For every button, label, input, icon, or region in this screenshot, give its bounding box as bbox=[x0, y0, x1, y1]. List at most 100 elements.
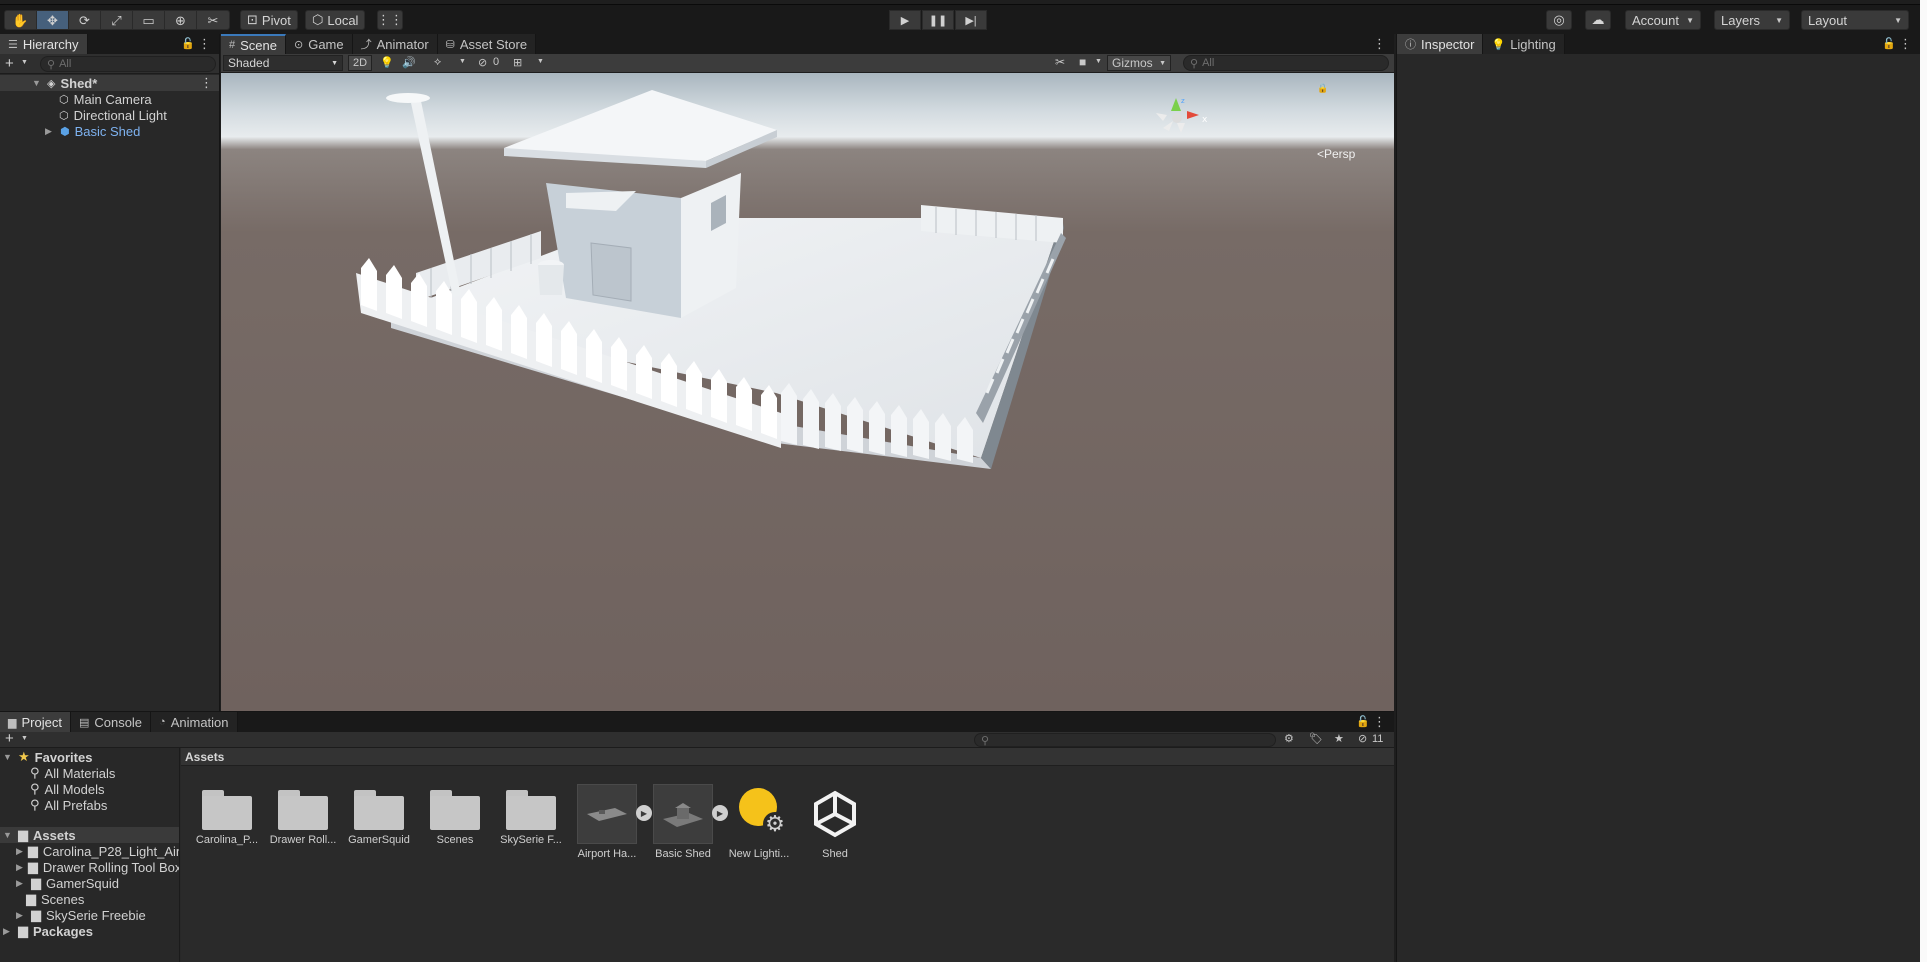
lock-icon[interactable]: 🔓 bbox=[181, 37, 195, 50]
add-icon[interactable]: + bbox=[5, 730, 14, 747]
favorite-item[interactable]: ⚲ All Materials bbox=[30, 765, 115, 781]
chevron-down-icon[interactable]: ▼ bbox=[1095, 58, 1102, 65]
shading-mode-dropdown[interactable]: Shaded ▼ bbox=[223, 55, 343, 71]
filter-type-icon[interactable]: ⚙ bbox=[1284, 732, 1294, 745]
grid-toggle-icon[interactable]: ⊞ bbox=[513, 56, 522, 69]
more-menu-icon[interactable]: ⋮ bbox=[198, 36, 211, 52]
effects-toggle-icon[interactable]: ⟡ bbox=[434, 56, 441, 69]
pivot-toggle[interactable]: ⊡ Pivot bbox=[240, 10, 298, 30]
asset-prefab-tile[interactable]: ▶ Airport Ha... bbox=[569, 784, 652, 860]
favorite-item[interactable]: ⚲ All Models bbox=[30, 781, 105, 797]
asset-folder-tile[interactable]: Scenes bbox=[417, 784, 493, 846]
play-button[interactable]: ▶ bbox=[889, 10, 921, 30]
tab-inspector[interactable]: ⓘ Inspector bbox=[1397, 34, 1484, 54]
scene-viewport[interactable]: x z 🔒 <Persp bbox=[221, 73, 1394, 711]
expand-arrow-icon[interactable]: ▶ bbox=[3, 926, 13, 937]
tab-game[interactable]: ⊙ Game bbox=[286, 34, 353, 54]
project-search-input[interactable]: ⚲ bbox=[974, 733, 1276, 747]
chevron-down-icon[interactable]: ▼ bbox=[21, 59, 28, 66]
transform-tool-icon[interactable]: ⊕ bbox=[165, 11, 197, 29]
filter-label-icon[interactable]: 🏷 bbox=[1309, 732, 1323, 745]
chevron-down-icon[interactable]: ▼ bbox=[459, 58, 466, 65]
local-toggle[interactable]: ⬡ Local bbox=[305, 10, 366, 30]
favorite-item[interactable]: ⚲ All Prefabs bbox=[30, 797, 107, 813]
hierarchy-item-basic-shed[interactable]: ▶ ⬢ Basic Shed bbox=[45, 123, 140, 139]
expand-arrow-icon[interactable]: ▶ bbox=[16, 910, 26, 921]
camera-icon[interactable]: ■ bbox=[1079, 55, 1086, 69]
2d-toggle-button[interactable]: 2D bbox=[348, 55, 372, 71]
asset-folder-item[interactable]: ▆ Scenes bbox=[26, 891, 84, 907]
lock-icon[interactable]: 🔓 bbox=[1356, 715, 1370, 728]
layers-dropdown[interactable]: Layers ▼ bbox=[1714, 10, 1790, 30]
asset-folder-item[interactable]: ▶ ▆ GamerSquid bbox=[16, 875, 119, 891]
move-tool-icon[interactable]: ✥ bbox=[37, 11, 69, 29]
breadcrumb-assets[interactable]: Assets bbox=[185, 750, 224, 764]
grid-snap-button[interactable]: ⋮⋮ bbox=[377, 10, 403, 30]
rect-tool-icon[interactable]: ▭ bbox=[133, 11, 165, 29]
assets-label: Assets bbox=[33, 827, 76, 843]
asset-scene-tile[interactable]: Shed bbox=[797, 784, 873, 860]
lighting-toggle-icon[interactable]: 💡 bbox=[380, 56, 394, 69]
layout-dropdown[interactable]: Layout ▼ bbox=[1801, 10, 1909, 30]
more-menu-icon[interactable]: ⋮ bbox=[1373, 36, 1386, 52]
tools-icon[interactable]: ✂ bbox=[1055, 55, 1065, 69]
hand-tool-icon[interactable]: ✋ bbox=[5, 11, 37, 29]
asset-lighting-tile[interactable]: ⚙ New Lighti... bbox=[721, 784, 797, 860]
scale-tool-icon[interactable]: ⤢ bbox=[101, 11, 133, 29]
chevron-down-icon[interactable]: ▼ bbox=[21, 735, 28, 742]
asset-folder-item[interactable]: ▶ ▆ Drawer Rolling Tool Box bbox=[16, 859, 179, 875]
expand-arrow-icon[interactable]: ▶ bbox=[16, 878, 26, 889]
expand-arrow-icon[interactable]: ▼ bbox=[3, 830, 13, 840]
tab-console[interactable]: ▤ Console bbox=[70, 712, 152, 732]
asset-folder-tile[interactable]: SkySerie F... bbox=[493, 784, 569, 846]
more-menu-icon[interactable]: ⋮ bbox=[1373, 714, 1386, 730]
scene-search-input[interactable]: ⚲ All bbox=[1183, 55, 1389, 71]
pause-button[interactable]: ❚❚ bbox=[922, 10, 954, 30]
tab-lighting[interactable]: 💡 Lighting bbox=[1483, 34, 1565, 54]
audio-toggle-icon[interactable]: 🔊 bbox=[402, 56, 416, 69]
more-menu-icon[interactable]: ⋮ bbox=[1899, 36, 1912, 52]
visibility-icon[interactable]: ⊘ bbox=[478, 56, 487, 69]
tab-project[interactable]: ▆ Project bbox=[0, 712, 71, 732]
asset-folder-tile[interactable]: Drawer Roll... bbox=[265, 784, 341, 846]
asset-folder-item[interactable]: ▶ ▆ SkySerie Freebie bbox=[16, 907, 146, 923]
hierarchy-search-input[interactable]: ⚲ All bbox=[40, 56, 216, 72]
persp-label[interactable]: <Persp bbox=[1317, 147, 1355, 161]
cloud-button[interactable]: ☁ bbox=[1585, 10, 1611, 30]
asset-folder-item[interactable]: ▶ ▆ Carolina_P28_Light_Airc bbox=[16, 843, 179, 859]
tab-scene[interactable]: # Scene bbox=[221, 34, 286, 54]
orientation-gizmo[interactable]: x z bbox=[1151, 93, 1211, 143]
rotate-tool-icon[interactable]: ⟳ bbox=[69, 11, 101, 29]
lock-icon[interactable]: 🔓 bbox=[1882, 37, 1896, 50]
asset-folder-tile[interactable]: Carolina_P... bbox=[189, 784, 265, 846]
custom-tool-icon[interactable]: ✂ bbox=[197, 11, 229, 29]
star-icon[interactable]: ★ bbox=[1334, 732, 1344, 745]
scene-root-row[interactable]: ▼ ◈ Shed* ⋮ bbox=[0, 75, 219, 91]
tab-animation[interactable]: ◔ Animation bbox=[151, 712, 238, 732]
chevron-down-icon[interactable]: ▼ bbox=[537, 58, 544, 65]
gizmos-dropdown[interactable]: Gizmos ▼ bbox=[1107, 55, 1171, 71]
hierarchy-item-directional-light[interactable]: ⬡ Directional Light bbox=[59, 107, 167, 123]
favorites-header[interactable]: ▼ ★ Favorites bbox=[3, 749, 92, 765]
tab-asset-store[interactable]: ⛁ Asset Store bbox=[437, 34, 537, 54]
expand-arrow-icon[interactable]: ▶ bbox=[16, 862, 23, 873]
prefab-thumbnail: ▶ bbox=[577, 784, 652, 844]
expand-arrow-icon[interactable]: ▼ bbox=[32, 78, 42, 88]
asset-prefab-tile[interactable]: ▶ Basic Shed bbox=[645, 784, 728, 860]
expand-arrow-icon[interactable]: ▶ bbox=[16, 846, 23, 857]
packages-header[interactable]: ▶ ▆ Packages bbox=[3, 923, 93, 939]
hidden-packages-icon[interactable]: ⊘ bbox=[1358, 732, 1367, 745]
expand-arrow-icon[interactable]: ▼ bbox=[3, 752, 13, 762]
gizmo-lock-icon[interactable]: 🔒 bbox=[1317, 83, 1328, 94]
hierarchy-item-main-camera[interactable]: ⬡ Main Camera bbox=[59, 91, 152, 107]
more-menu-icon[interactable]: ⋮ bbox=[200, 75, 213, 91]
asset-folder-tile[interactable]: GamerSquid bbox=[341, 784, 417, 846]
collab-button[interactable]: ◎ bbox=[1546, 10, 1572, 30]
tab-hierarchy[interactable]: ☰ Hierarchy bbox=[0, 34, 88, 54]
expand-arrow-icon[interactable]: ▶ bbox=[45, 126, 55, 137]
assets-header[interactable]: ▼ ▆ Assets bbox=[0, 827, 179, 843]
tab-animator[interactable]: ⤴ Animator bbox=[352, 34, 438, 54]
account-dropdown[interactable]: Account ▼ bbox=[1625, 10, 1701, 30]
step-button[interactable]: ▶| bbox=[955, 10, 987, 30]
add-icon[interactable]: + bbox=[5, 55, 14, 72]
